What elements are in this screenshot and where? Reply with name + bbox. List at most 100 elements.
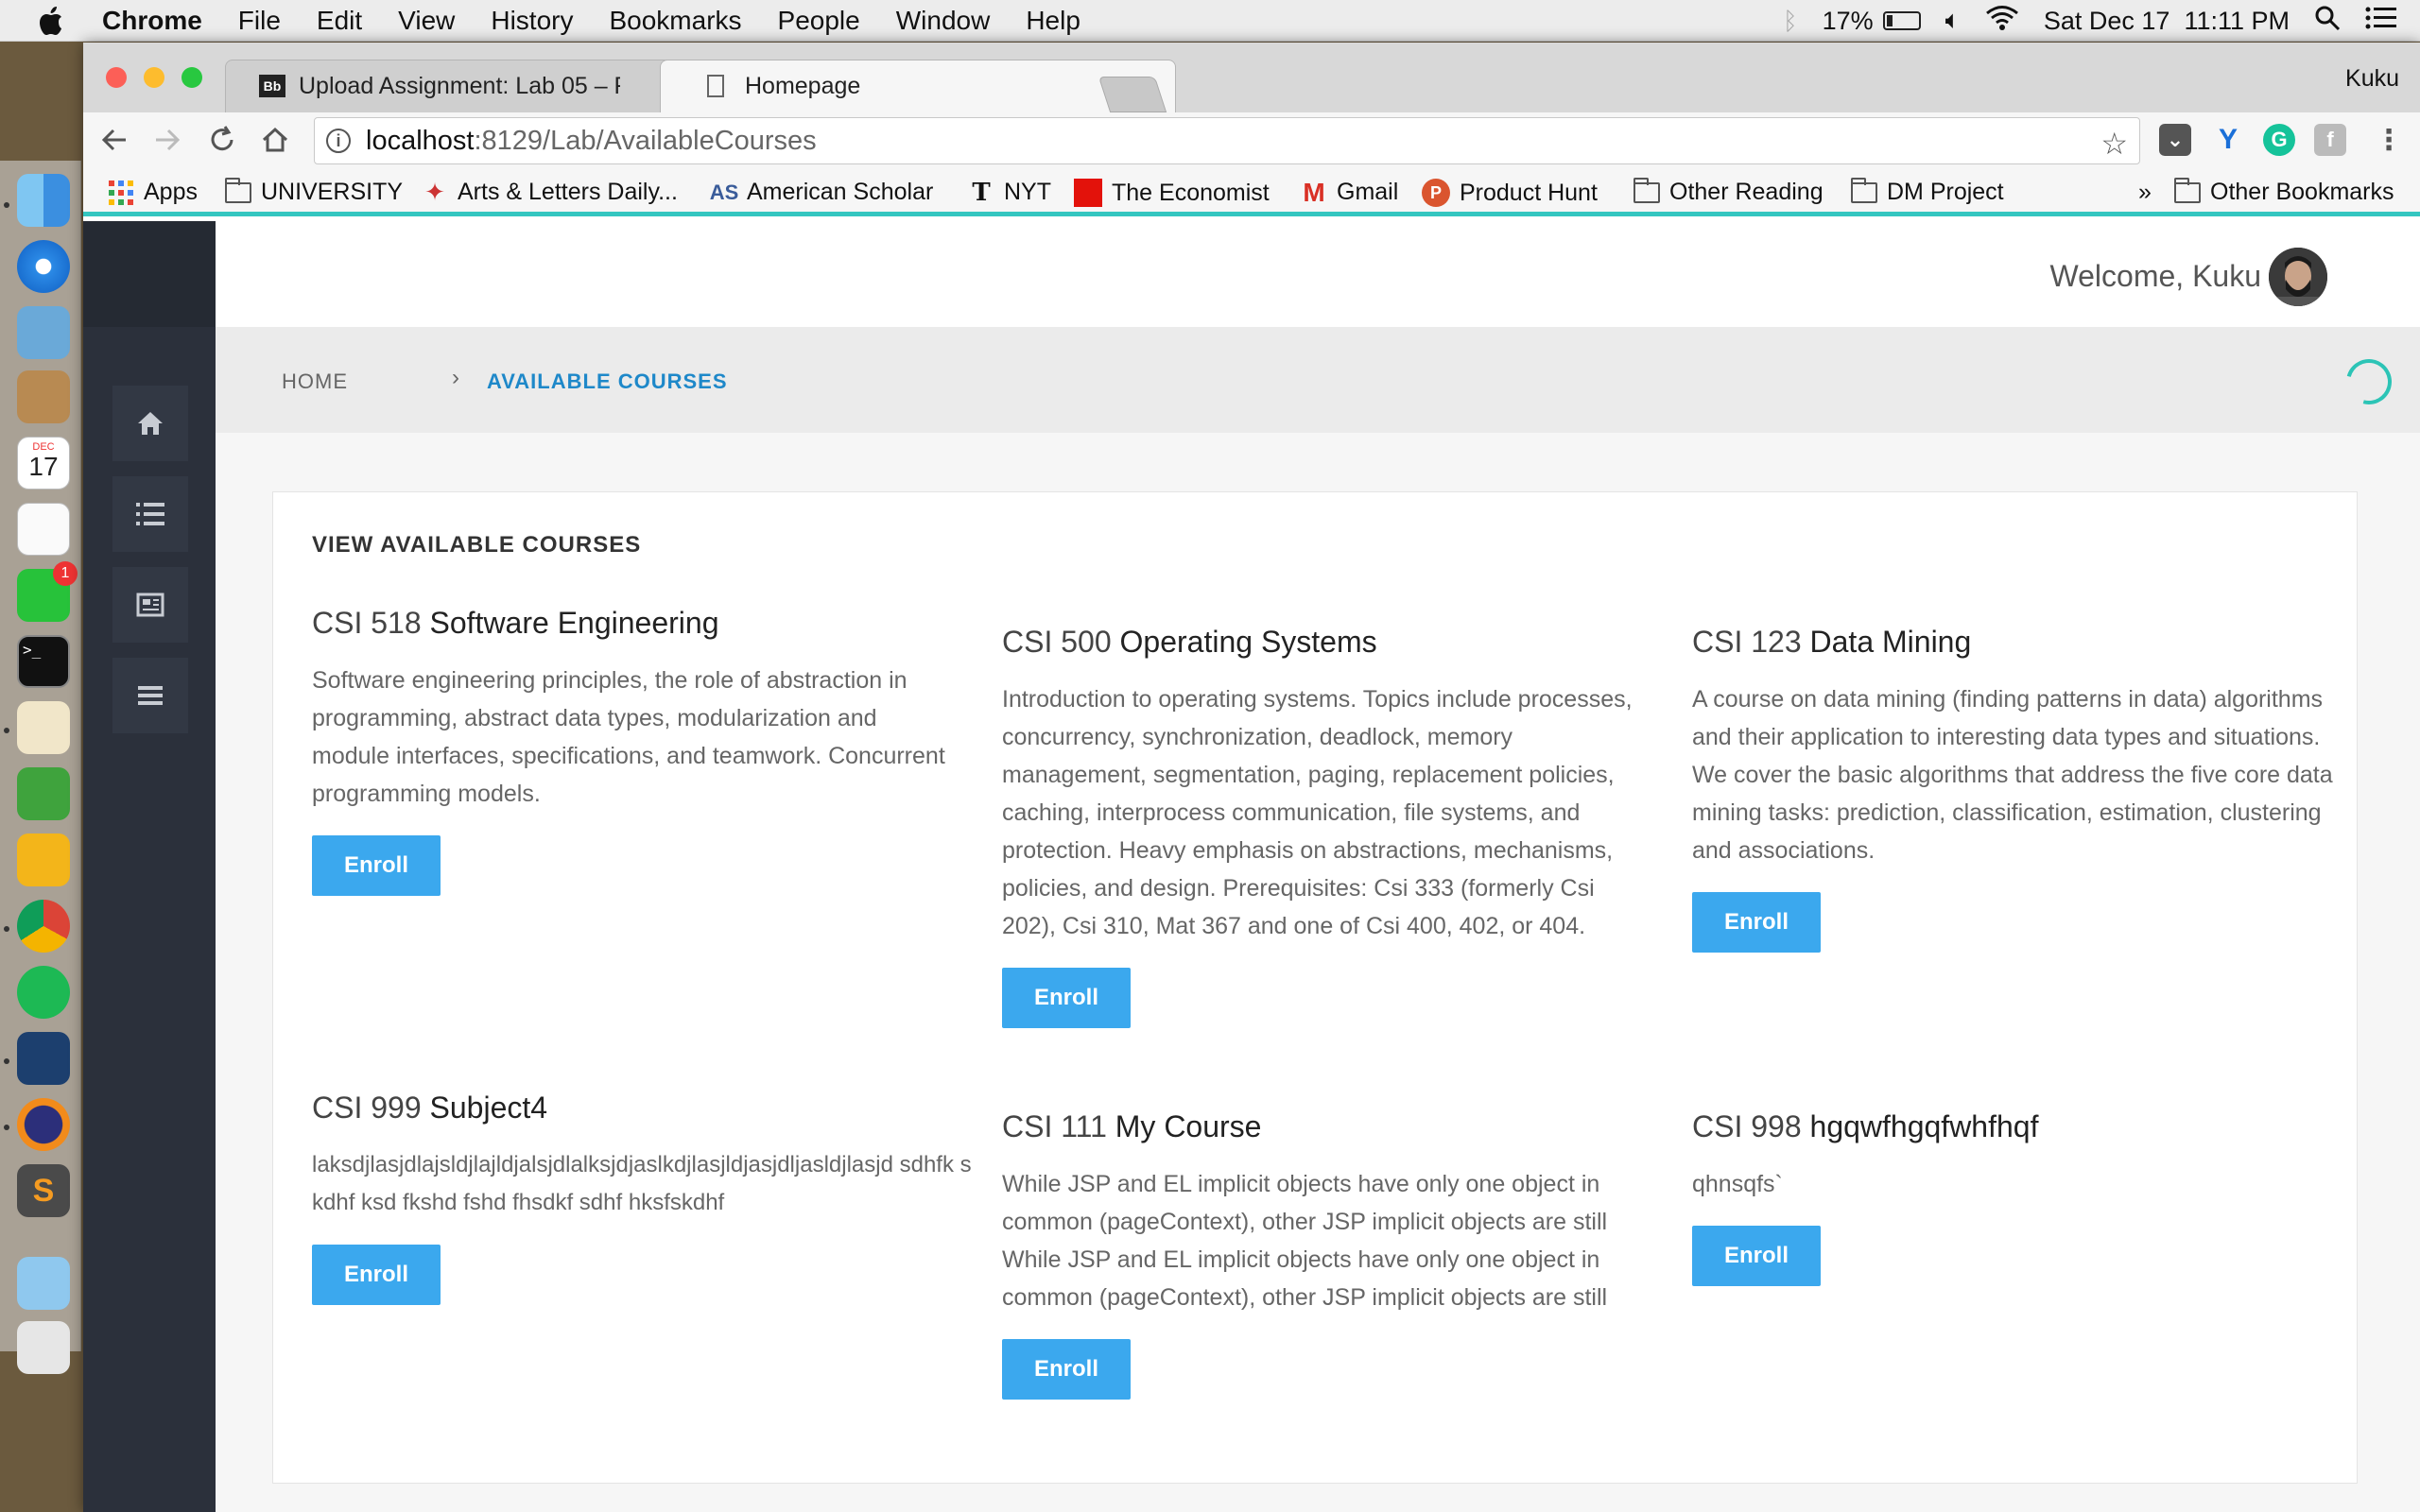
menu-people[interactable]: People: [778, 6, 860, 36]
menu-bookmarks[interactable]: Bookmarks: [609, 6, 741, 36]
dock: DEC 17 1 >_ S: [0, 161, 81, 1374]
calendar-day: 17: [28, 452, 59, 481]
breadcrumb-separator-icon: ›: [452, 365, 459, 390]
bookmark-star-icon[interactable]: ☆: [2100, 126, 2128, 162]
calendar-icon[interactable]: DEC 17: [17, 437, 70, 490]
course-description: Software engineering principles, the rol…: [312, 667, 945, 807]
new-tab-button[interactable]: [1098, 77, 1167, 112]
breadcrumb-home[interactable]: HOME: [282, 369, 348, 394]
bookmark-product-hunt[interactable]: P Product Hunt: [1422, 179, 1598, 207]
enroll-button[interactable]: Enroll: [312, 835, 441, 896]
course-description: A course on data mining (finding pattern…: [1692, 686, 2333, 864]
enroll-button[interactable]: Enroll: [1692, 1226, 1821, 1286]
side-nav-list[interactable]: [112, 476, 188, 552]
dock-running-dot: [4, 926, 9, 932]
bookmark-dm-project[interactable]: DM Project: [1851, 177, 2004, 206]
font-extension-icon[interactable]: f: [2314, 124, 2346, 156]
eclipse-icon[interactable]: [17, 1098, 70, 1151]
menu-edit[interactable]: Edit: [317, 6, 362, 36]
menu-history[interactable]: History: [491, 6, 573, 36]
bookmark-gmail[interactable]: M Gmail: [1301, 178, 1398, 207]
course-code: CSI 999: [312, 1091, 422, 1125]
menu-app-name[interactable]: Chrome: [102, 6, 202, 36]
battery-icon[interactable]: [1882, 11, 1921, 30]
reminders-icon[interactable]: [17, 503, 70, 556]
trash-icon[interactable]: [17, 1321, 70, 1374]
bookmarks-overflow-button[interactable]: »: [2138, 179, 2152, 206]
grammarly-extension-icon[interactable]: G: [2263, 124, 2295, 156]
bookmark-nyt[interactable]: T NYT: [968, 179, 1051, 207]
course-card: CSI 123 Data Mining A course on data min…: [1692, 625, 2335, 953]
finder-icon[interactable]: [17, 174, 70, 227]
home-button[interactable]: [257, 122, 293, 158]
back-button[interactable]: [96, 122, 132, 158]
forward-button[interactable]: [149, 122, 185, 158]
lightbulb-app-icon[interactable]: [17, 833, 70, 886]
reload-button[interactable]: [204, 122, 240, 158]
spotify-icon[interactable]: [17, 966, 70, 1019]
zoom-window-button[interactable]: [182, 67, 202, 88]
feedly-extension-icon[interactable]: Y: [2212, 124, 2244, 156]
bookmark-american-scholar[interactable]: AS American Scholar: [710, 179, 934, 206]
breadcrumb-current: AVAILABLE COURSES: [487, 369, 728, 393]
user-avatar[interactable]: [2269, 248, 2327, 306]
bookmark-label: Other Reading: [1669, 179, 1824, 205]
bookmark-arts-letters[interactable]: ✦ Arts & Letters Daily...: [422, 178, 678, 206]
folder-icon: [1851, 177, 1877, 204]
menu-view[interactable]: View: [398, 6, 455, 36]
terminal-icon[interactable]: >_: [17, 635, 70, 688]
preview-icon[interactable]: [17, 306, 70, 359]
spotlight-search-icon[interactable]: [2314, 5, 2341, 38]
bookmark-economist[interactable]: The Economist: [1074, 179, 1270, 207]
site-info-icon[interactable]: i: [326, 129, 351, 153]
enroll-button[interactable]: Enroll: [1002, 1339, 1131, 1400]
chrome-icon[interactable]: [17, 900, 70, 953]
evernote-icon[interactable]: [17, 767, 70, 820]
volume-icon[interactable]: 🔈︎: [1945, 6, 1961, 36]
course-name: Subject4: [429, 1091, 548, 1125]
safari-icon[interactable]: [17, 240, 70, 293]
clock[interactable]: Sat Dec 17 11:11 PM: [2044, 7, 2290, 36]
mysql-workbench-icon[interactable]: [17, 1032, 70, 1085]
menu-file[interactable]: File: [238, 6, 281, 36]
facetime-icon[interactable]: 1: [17, 561, 78, 622]
web-page: Welcome, Kuku HOME › AVAILABLE COURSES V…: [83, 221, 2420, 1512]
course-code: CSI 123: [1692, 625, 1802, 659]
side-nav-menu[interactable]: [112, 658, 188, 733]
enroll-button[interactable]: Enroll: [1002, 968, 1131, 1028]
chrome-menu-icon[interactable]: ⋮: [2373, 124, 2405, 156]
url-path: :8129/Lab/AvailableCourses: [474, 125, 817, 156]
profile-name[interactable]: Kuku: [2345, 65, 2399, 93]
enroll-button[interactable]: Enroll: [1692, 892, 1821, 953]
contacts-icon[interactable]: [17, 370, 70, 423]
downloads-folder-icon[interactable]: [17, 1257, 70, 1310]
bookmark-university[interactable]: UNIVERSITY: [225, 177, 403, 206]
hamburger-icon: [138, 686, 163, 705]
bookmark-label: Arts & Letters Daily...: [458, 179, 678, 205]
dock-running-dot: [4, 728, 9, 733]
course-card: CSI 998 hgqwfhgqfwhfhqf qhnsqfs` Enroll: [1692, 1109, 2335, 1286]
apps-grid-icon: [108, 180, 134, 205]
menu-help[interactable]: Help: [1026, 6, 1080, 36]
wifi-icon[interactable]: [1985, 5, 2019, 38]
address-bar[interactable]: i localhost:8129/Lab/AvailableCourses ☆: [314, 117, 2140, 164]
textedit-icon[interactable]: [17, 701, 70, 754]
side-nav-home[interactable]: [112, 386, 188, 461]
tab-homepage[interactable]: Homepage ✕: [660, 60, 1176, 112]
sublime-text-icon[interactable]: S: [17, 1164, 70, 1217]
bookmark-apps[interactable]: Apps: [108, 179, 198, 206]
bookmark-label: Other Bookmarks: [2210, 179, 2394, 205]
side-nav-courses[interactable]: [112, 567, 188, 643]
menu-window[interactable]: Window: [896, 6, 991, 36]
course-title: CSI 518 Software Engineering: [312, 606, 955, 641]
close-window-button[interactable]: [106, 67, 127, 88]
bluetooth-icon[interactable]: ᛒ: [1783, 7, 1798, 36]
chrome-window: Bb Upload Assignment: Lab 05 – F ✕ Homep…: [83, 43, 2420, 1512]
enroll-button[interactable]: Enroll: [312, 1245, 441, 1305]
bookmark-other-reading[interactable]: Other Reading: [1634, 177, 1824, 206]
apple-menu-icon[interactable]: [38, 6, 66, 36]
minimize-window-button[interactable]: [144, 67, 164, 88]
notification-center-icon[interactable]: [2365, 6, 2397, 37]
bookmark-other-bookmarks[interactable]: Other Bookmarks: [2174, 177, 2394, 206]
pocket-extension-icon[interactable]: ⌄: [2159, 124, 2191, 156]
